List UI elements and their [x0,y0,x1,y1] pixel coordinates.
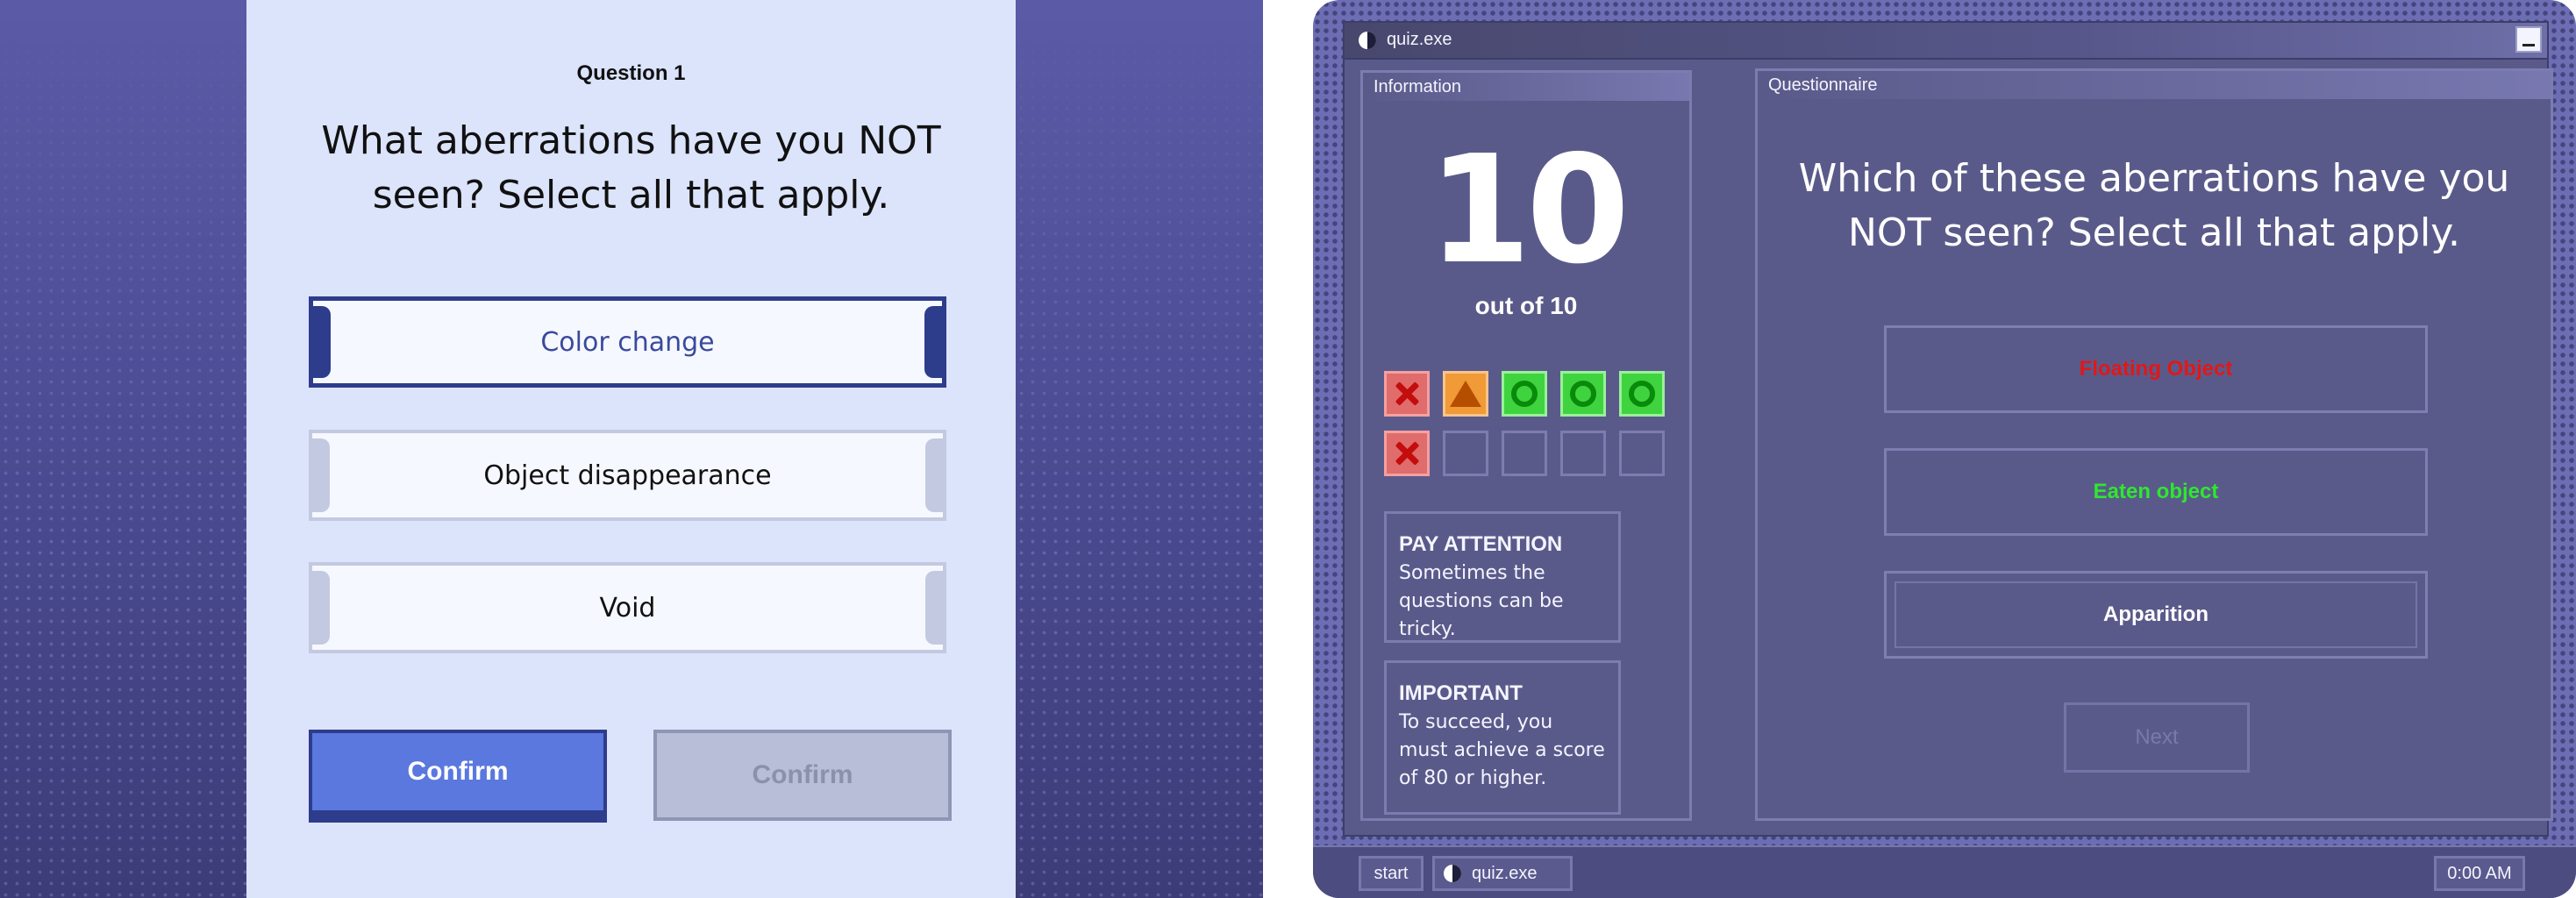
eye-icon [1359,32,1376,49]
option-object-disappearance[interactable]: Object disappearance [309,430,946,521]
result-cell-5 [1619,371,1665,417]
question-text: Which of these aberrations have you NOT … [1798,156,2510,255]
information-pane-header: Information [1363,73,1689,101]
option-label: Object disappearance [483,460,772,491]
next-button: Next [2064,702,2250,773]
cross-icon [1393,439,1421,467]
option-eaten-object[interactable]: Eaten object [1884,448,2428,536]
background-pattern-right [1016,0,1263,898]
option-color-change[interactable]: Color change [309,296,946,388]
left-screen: Question 1 What aberrations have you NOT… [0,0,1263,898]
result-cell-3 [1502,371,1547,417]
circle-icon [1629,381,1655,407]
option-left-tab [312,438,330,512]
option-label: Color change [540,326,715,358]
triangle-icon [1450,381,1481,407]
score-value: 10 [1427,124,1631,297]
taskbar-item-label: quiz.exe [1472,863,1538,883]
taskbar: start quiz.exe 0:00 AM [1313,845,2576,898]
result-cell-10 [1619,431,1665,476]
option-label: Floating Object [2079,357,2233,381]
option-right-tab [924,306,942,378]
result-cell-6 [1384,431,1430,476]
note-body: To succeed, you must achieve a score of … [1399,711,1605,789]
question-text: What aberrations have you NOT seen? Sele… [321,118,941,217]
background-pattern-left [0,0,246,898]
note-heading: IMPORTANT [1399,681,1523,705]
option-floating-object[interactable]: Floating Object [1884,325,2428,413]
option-right-tab [925,438,943,512]
questionnaire-pane: Questionnaire Which of these aberrations… [1755,68,2553,821]
quiz-card: Question 1 What aberrations have you NOT… [246,0,1016,898]
confirm-button-disabled: Confirm [653,730,952,821]
start-button[interactable]: start [1359,856,1424,891]
result-cell-2 [1443,371,1488,417]
circle-icon [1570,381,1596,407]
result-cell-9 [1560,431,1606,476]
clock: 0:00 AM [2434,856,2525,891]
question-number: Question 1 [576,61,686,85]
right-screen: quiz.exe Information 10 out of 10 PAY AT… [1313,0,2576,898]
result-cell-1 [1384,371,1430,417]
option-label: Void [599,592,656,624]
option-apparition[interactable]: Apparition [1884,571,2428,659]
window-title: quiz.exe [1387,30,1452,49]
option-void[interactable]: Void [309,562,946,653]
note-body: Sometimes the questions can be tricky. [1399,562,1564,640]
note-pay-attention: PAY ATTENTION Sometimes the questions ca… [1384,511,1621,643]
result-cell-7 [1443,431,1488,476]
questionnaire-pane-header: Questionnaire [1758,71,2551,99]
option-label: Eaten object [2093,480,2219,503]
taskbar-item-quiz[interactable]: quiz.exe [1432,856,1573,891]
option-left-tab [313,306,331,378]
minimize-button[interactable] [2515,26,2542,53]
option-left-tab [312,571,330,645]
quiz-window: quiz.exe Information 10 out of 10 PAY AT… [1343,21,2553,837]
option-right-tab [925,571,943,645]
cross-icon [1393,380,1421,408]
information-pane: Information 10 out of 10 PAY ATTENTION S… [1360,70,1692,821]
confirm-button[interactable]: Confirm [309,730,607,823]
eye-icon [1444,865,1461,882]
note-heading: PAY ATTENTION [1399,532,1563,556]
note-important: IMPORTANT To succeed, you must achieve a… [1384,660,1621,815]
score-total: out of 10 [1474,292,1578,319]
result-cell-8 [1502,431,1547,476]
window-titlebar[interactable]: quiz.exe [1345,23,2547,60]
result-cell-4 [1560,371,1606,417]
option-label: Apparition [2103,602,2209,626]
circle-icon [1511,381,1538,407]
